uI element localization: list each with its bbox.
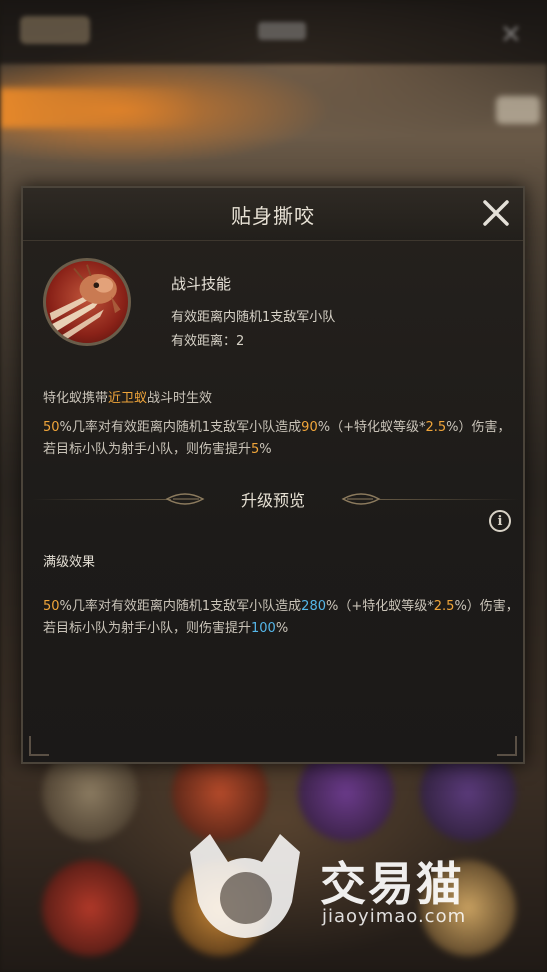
corner-ornament bbox=[29, 736, 49, 756]
skill-range-value: 2 bbox=[236, 334, 245, 349]
effect-value: 2.5 bbox=[425, 420, 447, 435]
background-title bbox=[258, 22, 306, 40]
dialog-title: 贴身撕咬 bbox=[231, 203, 315, 228]
max-level-label: 满级效果 bbox=[43, 555, 96, 570]
background-close-icon: ✕ bbox=[500, 20, 522, 50]
effect-value: 90 bbox=[301, 420, 318, 435]
skill-type: 战斗技能 bbox=[171, 275, 232, 293]
condition-text: 战斗时生效 bbox=[147, 391, 213, 406]
max-level-effect: 50%几率对有效距离内随机1支敌军小队造成280%（+特化蚁等级*2.5%）伤害… bbox=[43, 596, 523, 640]
effect-value: 100 bbox=[251, 621, 276, 636]
info-icon[interactable]: i bbox=[489, 510, 511, 532]
effect-text: %几率对有效距离内随机1支敌军小队造成 bbox=[59, 599, 302, 614]
condition-text: 特化蚁携带 bbox=[43, 391, 109, 406]
skill-effect: 50%几率对有效距离内随机1支敌军小队造成90%（+特化蚁等级*2.5%）伤害，… bbox=[43, 417, 513, 461]
watermark-url: jiaoyimao.com bbox=[322, 906, 467, 927]
dialog-header: 贴身撕咬 bbox=[23, 188, 523, 241]
skill-target: 有效距离内随机1支敌军小队 bbox=[171, 310, 336, 325]
watermark-name: 交易猫 bbox=[320, 857, 464, 911]
effect-text: % bbox=[275, 621, 289, 636]
effect-value: 50 bbox=[43, 420, 60, 435]
leaf-ornament-icon bbox=[341, 493, 381, 505]
effect-text: % bbox=[259, 442, 272, 457]
watermark-cat-logo-icon bbox=[190, 834, 300, 938]
close-button[interactable] bbox=[479, 196, 513, 230]
background-button bbox=[496, 96, 540, 124]
close-icon bbox=[483, 200, 509, 226]
effect-text: %（+特化蚁等级* bbox=[317, 420, 426, 435]
effect-value: 50 bbox=[43, 599, 60, 614]
effect-text: %（+特化蚁等级* bbox=[326, 599, 434, 614]
background-banner bbox=[0, 88, 200, 128]
divider-right bbox=[379, 499, 519, 500]
effect-value: 2.5 bbox=[433, 599, 455, 614]
background-tab bbox=[20, 16, 90, 44]
skill-dialog: 贴身撕咬 战斗技能 有效距离内随机1支敌军小队 有效距离：2 特化蚁携带近卫蚁战… bbox=[21, 186, 525, 764]
skill-condition: 特化蚁携带近卫蚁战斗时生效 bbox=[43, 388, 212, 410]
condition-unit: 近卫蚁 bbox=[108, 391, 148, 406]
corner-ornament bbox=[497, 736, 517, 756]
skill-icon bbox=[43, 258, 131, 346]
skill-range-label: 有效距离： bbox=[171, 334, 237, 349]
skill-range: 有效距离：2 bbox=[171, 330, 244, 349]
effect-text: %几率对有效距离内随机1支敌军小队造成 bbox=[59, 420, 302, 435]
background-unit-avatar bbox=[42, 860, 138, 956]
effect-value: 280 bbox=[301, 599, 326, 614]
